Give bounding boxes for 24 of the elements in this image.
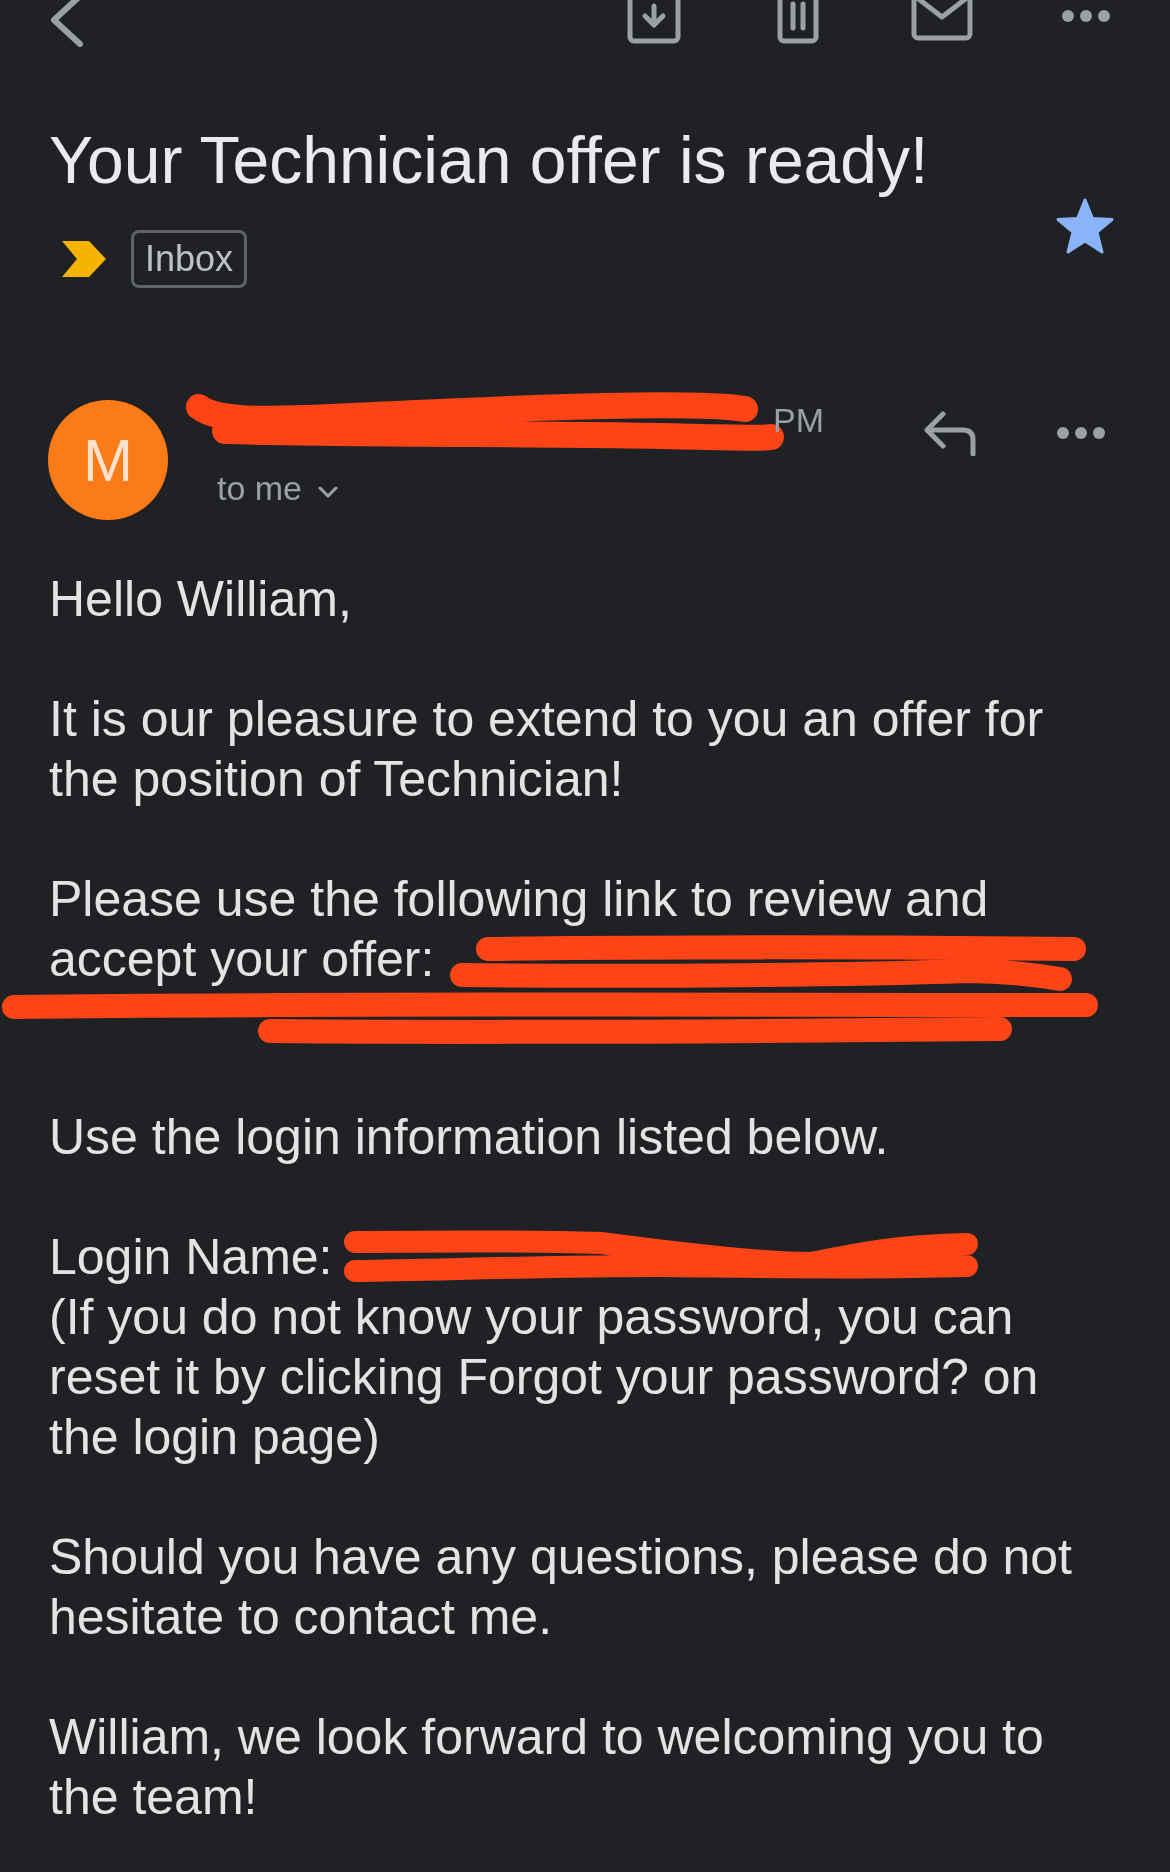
body-paragraph: It is our pleasure to extend to you an offer for the position of Technician! [49, 691, 1044, 807]
time-text: PM [773, 400, 824, 440]
body-text-line: accept your offer: [49, 930, 435, 989]
importance-marker-icon[interactable] [59, 238, 109, 280]
more-icon[interactable] [1062, 10, 1110, 22]
mail-icon[interactable] [911, 0, 973, 41]
body-text-line: Please use the following link to review and [49, 870, 989, 929]
archive-icon[interactable] [627, 0, 681, 44]
email-subject: Your Technician offer is ready! [49, 124, 930, 196]
sender-avatar: M [48, 400, 168, 520]
recipient-text[interactable]: to me [217, 469, 303, 508]
reply-icon[interactable] [923, 410, 977, 456]
body-paragraph: Use the login information listed below. [49, 1109, 889, 1165]
chevron-down-icon[interactable] [318, 485, 339, 498]
body-paragraph: William, we look forward to welcoming you to the team! [49, 1709, 1044, 1825]
more-icon[interactable] [1057, 427, 1105, 439]
trash-icon[interactable] [777, 0, 819, 44]
label-chip[interactable]: Inbox [131, 230, 248, 288]
body-paragraph: Should you have any questions, please do not hesitate to contact me. [49, 1529, 1072, 1645]
body-paragraph: Hello William, [49, 571, 352, 627]
body-paragraph: (If you do not know your password, you can reset it by clicking Forgot your password? on the login page) [49, 1289, 1039, 1465]
star-icon[interactable] [1055, 197, 1115, 255]
back-icon[interactable] [48, 0, 84, 47]
login-name-label: Login Name: [49, 1228, 333, 1287]
